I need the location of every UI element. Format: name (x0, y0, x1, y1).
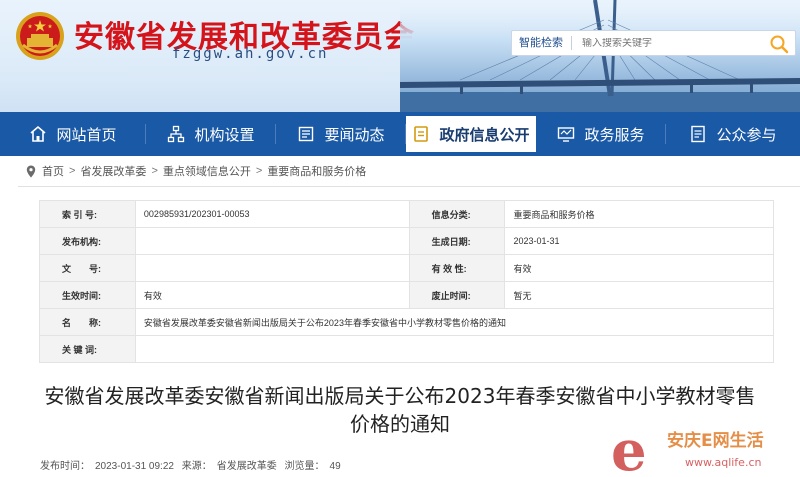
publish-time-label: 发布时间： (40, 461, 90, 472)
nav-label: 网站首页 (56, 126, 117, 144)
nav-item-gov-info[interactable]: 政府信息公开 (406, 116, 536, 152)
info-key: 关 键 词: (39, 335, 136, 363)
info-key: 生效时间: (39, 281, 136, 309)
home-icon (30, 125, 47, 142)
info-key: 发布机构: (39, 227, 136, 255)
bridge-banner-image (400, 0, 800, 112)
info-value: 2023-01-31 (504, 227, 774, 255)
info-value: 002985931/202301-00053 (134, 200, 410, 228)
info-value: 有效 (504, 254, 774, 282)
nav-item-services[interactable]: 政务服务 (536, 112, 666, 156)
info-value: 重要商品和服务价格 (504, 200, 774, 228)
info-key: 废止时间: (408, 281, 506, 309)
nav-label: 政务服务 (584, 126, 645, 144)
nav-label: 政府信息公开 (439, 126, 530, 144)
national-emblem-icon (16, 12, 64, 60)
info-key: 信息分类: (408, 200, 506, 228)
views-count: 49 (329, 461, 341, 472)
breadcrumb-key-areas[interactable]: 重点领域信息公开 (163, 163, 251, 179)
main-nav: 网站首页 机构设置 要闻动态 政府信息公开 政务服务 公众参与 (0, 112, 800, 156)
breadcrumb-home[interactable]: 首页 (42, 163, 64, 179)
info-value: 安徽省发展改革委安徽省新闻出版局关于公布2023年春季安徽省中小学教材零售价格的… (134, 308, 775, 336)
document-icon (414, 126, 429, 142)
site-header: 安徽省发展和改革委员会 fzggw.ah.gov.cn 智能检索 输入搜索关键字 (0, 0, 800, 112)
search-input[interactable] (572, 37, 752, 49)
search-icon[interactable] (769, 34, 789, 54)
source: 省发展改革委 (216, 461, 277, 472)
smart-search-label[interactable]: 智能检索 (512, 36, 572, 50)
svg-text:e: e (611, 422, 647, 477)
site-domain: fzggw.ah.gov.cn (172, 46, 329, 62)
nav-item-news[interactable]: 要闻动态 (276, 112, 406, 156)
info-value (134, 335, 775, 363)
nav-label: 机构设置 (194, 126, 255, 144)
views-label: 浏览量： (284, 461, 325, 472)
info-key: 索 引 号: (39, 200, 136, 228)
nav-label: 要闻动态 (324, 126, 385, 144)
watermark-url: www.aqlife.cn (685, 456, 761, 469)
breadcrumb-separator: > (69, 165, 76, 177)
table-row: 生效时间: 有效 废止时间: 暂无 (39, 281, 774, 309)
nav-item-public[interactable]: 公众参与 (666, 112, 800, 156)
news-icon (299, 126, 314, 142)
nav-item-home[interactable]: 网站首页 (0, 112, 146, 156)
org-chart-icon (168, 125, 185, 143)
watermark-text: 安庆E网生活 (667, 430, 764, 451)
publish-time: 2023-01-31 09:22 (95, 461, 174, 472)
breadcrumb: 首页 > 省发展改革委 > 重点领域信息公开 > 重要商品和服务价格 (18, 156, 800, 187)
source-label: 来源： (181, 461, 212, 472)
site-watermark-logo: e 安庆E网生活 www.aqlife.cn (611, 422, 764, 477)
nav-item-organization[interactable]: 机构设置 (146, 112, 276, 156)
info-value: 暂无 (504, 281, 774, 309)
form-icon (691, 125, 706, 143)
breadcrumb-separator: > (255, 165, 263, 177)
info-value (134, 227, 410, 255)
info-value: 有效 (134, 281, 410, 309)
breadcrumb-current[interactable]: 重要商品和服务价格 (267, 163, 366, 179)
table-row: 关 键 词: (39, 335, 775, 363)
table-row: 名 称: 安徽省发展改革委安徽省新闻出版局关于公布2023年春季安徽省中小学教材… (39, 308, 775, 336)
location-pin-icon (26, 165, 36, 177)
breadcrumb-separator: > (151, 165, 158, 177)
info-value (134, 254, 410, 282)
breadcrumb-commission[interactable]: 省发展改革委 (80, 163, 146, 179)
table-row: 发布机构: 生成日期: 2023-01-31 (39, 227, 774, 255)
search-box: 智能检索 (511, 30, 796, 56)
article-meta: 发布时间： 2023-01-31 09:22 来源： 省发展改革委 浏览量： 49 (40, 457, 346, 472)
info-key: 文 号: (39, 254, 136, 282)
table-row: 文 号: 有 效 性: 有效 (39, 254, 774, 282)
info-key: 生成日期: (408, 227, 506, 255)
monitor-icon (558, 127, 575, 142)
nav-label: 公众参与 (716, 126, 777, 144)
document-info-table: 索 引 号: 002985931/202301-00053 信息分类: 重要商品… (39, 200, 775, 363)
info-key: 名 称: (39, 308, 136, 336)
info-key: 有 效 性: (408, 254, 506, 282)
table-row: 索 引 号: 002985931/202301-00053 信息分类: 重要商品… (39, 200, 774, 228)
